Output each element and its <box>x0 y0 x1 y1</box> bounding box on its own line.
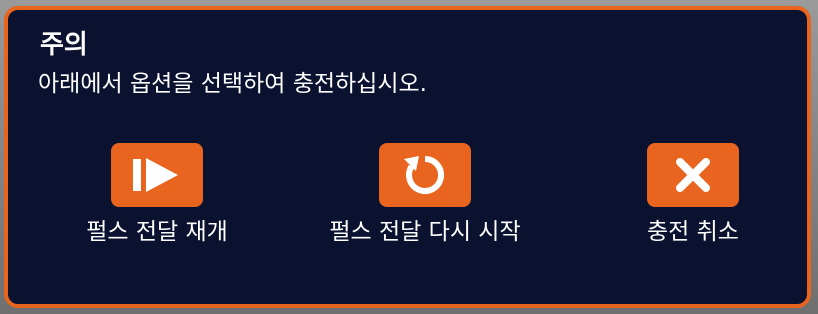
dialog-message: 아래에서 옵션을 선택하여 충전하십시오. <box>38 71 427 97</box>
restart-icon-button[interactable] <box>379 143 471 207</box>
restart-pulse-delivery-label: 펄스 전달 다시 시작 <box>329 219 521 245</box>
close-x-icon <box>676 158 710 192</box>
restart-circular-arrow-icon <box>404 155 445 194</box>
dialog-title: 주의 <box>40 30 88 60</box>
resume-pulse-delivery-label: 펄스 전달 재개 <box>86 219 228 245</box>
screen: 주의 아래에서 옵션을 선택하여 충전하십시오. 펄스 전달 재개 펄스 전달 … <box>0 0 818 314</box>
caution-dialog: 주의 아래에서 옵션을 선택하여 충전하십시오. 펄스 전달 재개 펄스 전달 … <box>4 6 811 308</box>
resume-icon-button[interactable] <box>111 143 203 207</box>
cancel-charging-button[interactable]: 충전 취소 <box>563 143 818 253</box>
cancel-icon-button[interactable] <box>647 143 739 207</box>
resume-pulse-delivery-button[interactable]: 펄스 전달 재개 <box>27 143 287 253</box>
cancel-charging-label: 충전 취소 <box>647 219 739 245</box>
restart-pulse-delivery-button[interactable]: 펄스 전달 다시 시작 <box>295 143 555 253</box>
resume-play-icon <box>133 158 178 192</box>
